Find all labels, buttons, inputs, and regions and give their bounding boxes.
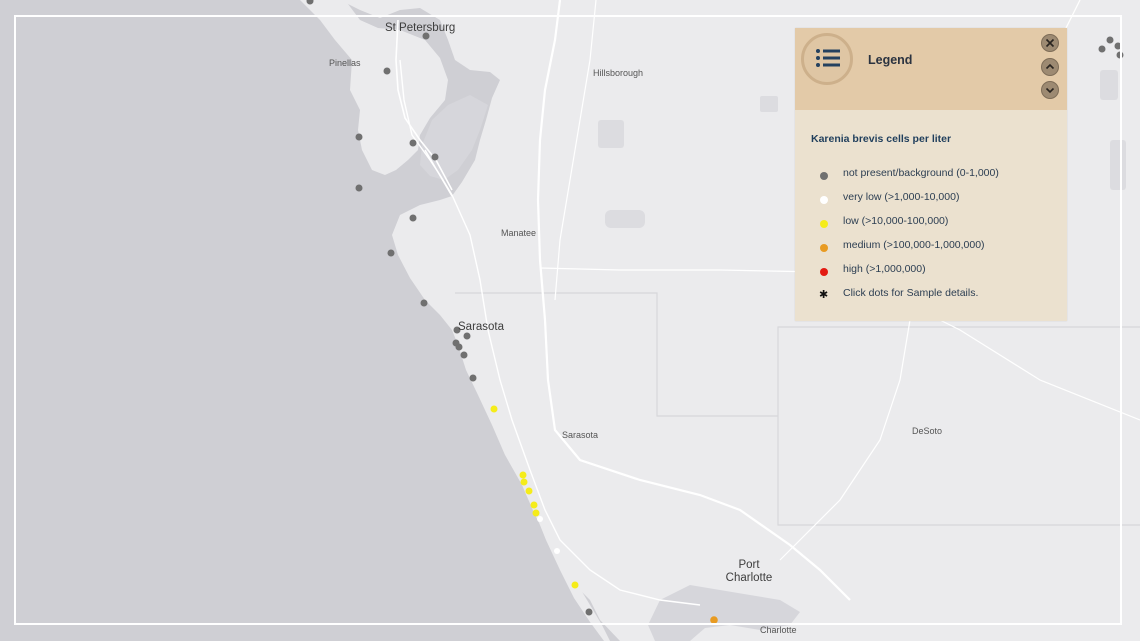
label-pinellas: Pinellas (329, 58, 361, 68)
yellow-dot-icon (820, 220, 828, 228)
sample-dot-not-present[interactable] (585, 608, 593, 616)
sample-dot-very-low[interactable] (537, 516, 543, 522)
close-icon[interactable] (1041, 34, 1059, 52)
orange-dot-icon (820, 244, 828, 252)
urban-area (1100, 70, 1118, 100)
label-manatee: Manatee (501, 228, 537, 238)
urban-area (598, 120, 624, 148)
gray-dot-icon (820, 172, 828, 180)
label-port-charlotte-line1: Port (738, 559, 760, 571)
legend-item-very-low: very low (>1,000-10,000) (815, 191, 1055, 207)
sample-dot-very-low[interactable] (554, 548, 560, 554)
sample-dot-not-present[interactable] (1114, 42, 1122, 50)
sample-dot-medium[interactable] (710, 616, 718, 624)
sample-dot-low[interactable] (525, 487, 533, 495)
sample-dot-low[interactable] (532, 509, 540, 517)
urban-area (605, 210, 645, 228)
legend-item-click-hint: ✱ Click dots for Sample details. (815, 287, 1055, 303)
legend-item-label: very low (>1,000-10,000) (843, 191, 960, 203)
legend-item-label: medium (>100,000-1,000,000) (843, 239, 985, 251)
urban-area (760, 96, 778, 112)
legend-item-label: high (>1,000,000) (843, 263, 926, 275)
sample-dot-low[interactable] (571, 581, 579, 589)
asterisk-icon: ✱ (819, 289, 829, 301)
sample-dot-not-present[interactable] (409, 139, 417, 147)
legend-title: Legend (868, 53, 913, 67)
white-dot-icon (820, 196, 828, 204)
sample-dot-not-present[interactable] (469, 374, 477, 382)
legend-item-not-present: not present/background (0-1,000) (815, 167, 1055, 183)
red-dot-icon (820, 268, 828, 276)
sample-dot-not-present[interactable] (383, 67, 391, 75)
urban-area (1110, 140, 1126, 190)
sample-dot-not-present[interactable] (1116, 51, 1124, 59)
sample-dot-low[interactable] (490, 405, 498, 413)
sample-dot-not-present[interactable] (355, 133, 363, 141)
label-desoto: DeSoto (912, 426, 943, 436)
legend-item-label: low (>10,000-100,000) (843, 215, 949, 227)
list-icon[interactable] (801, 33, 853, 85)
label-st-petersburg: St Petersburg (385, 22, 456, 34)
label-sarasota-county: Sarasota (562, 430, 599, 440)
legend-item-medium: medium (>100,000-1,000,000) (815, 239, 1055, 255)
legend-item-label: Click dots for Sample details. (843, 287, 979, 299)
label-port-charlotte-line2: Charlotte (725, 572, 773, 584)
sample-dot-not-present[interactable] (387, 249, 395, 257)
sample-dot-not-present[interactable] (455, 343, 463, 351)
sample-dot-not-present[interactable] (355, 184, 363, 192)
sample-dot-low[interactable] (530, 501, 538, 509)
sample-dot-not-present[interactable] (431, 153, 439, 161)
sample-dot-low[interactable] (520, 478, 528, 486)
sample-dot-not-present[interactable] (463, 332, 471, 340)
legend-item-high: high (>1,000,000) (815, 263, 1055, 279)
sample-dot-not-present[interactable] (420, 299, 428, 307)
legend-header: Legend (795, 28, 1067, 110)
label-charlotte: Charlotte (760, 625, 797, 635)
map-view[interactable]: St Petersburg Pinellas Hillsborough Mana… (0, 0, 1140, 641)
sample-dot-not-present[interactable] (1098, 45, 1106, 53)
sample-dot-not-present[interactable] (460, 351, 468, 359)
sample-dot-low[interactable] (519, 471, 527, 479)
label-hillsborough: Hillsborough (593, 68, 644, 78)
legend-item-low: low (>10,000-100,000) (815, 215, 1055, 231)
sample-dot-not-present[interactable] (1106, 36, 1114, 44)
sample-dot-not-present[interactable] (409, 214, 417, 222)
label-sarasota-city: Sarasota (458, 321, 505, 333)
legend-subtitle: Karenia brevis cells per liter (811, 133, 952, 145)
legend-item-label: not present/background (0-1,000) (843, 167, 999, 179)
chevron-down-icon[interactable] (1041, 81, 1059, 99)
legend-panel: Legend Karenia brevis cells per liter no… (795, 28, 1067, 321)
chevron-up-icon[interactable] (1041, 58, 1059, 76)
label-port-charlotte: Port Charlotte (722, 559, 776, 585)
